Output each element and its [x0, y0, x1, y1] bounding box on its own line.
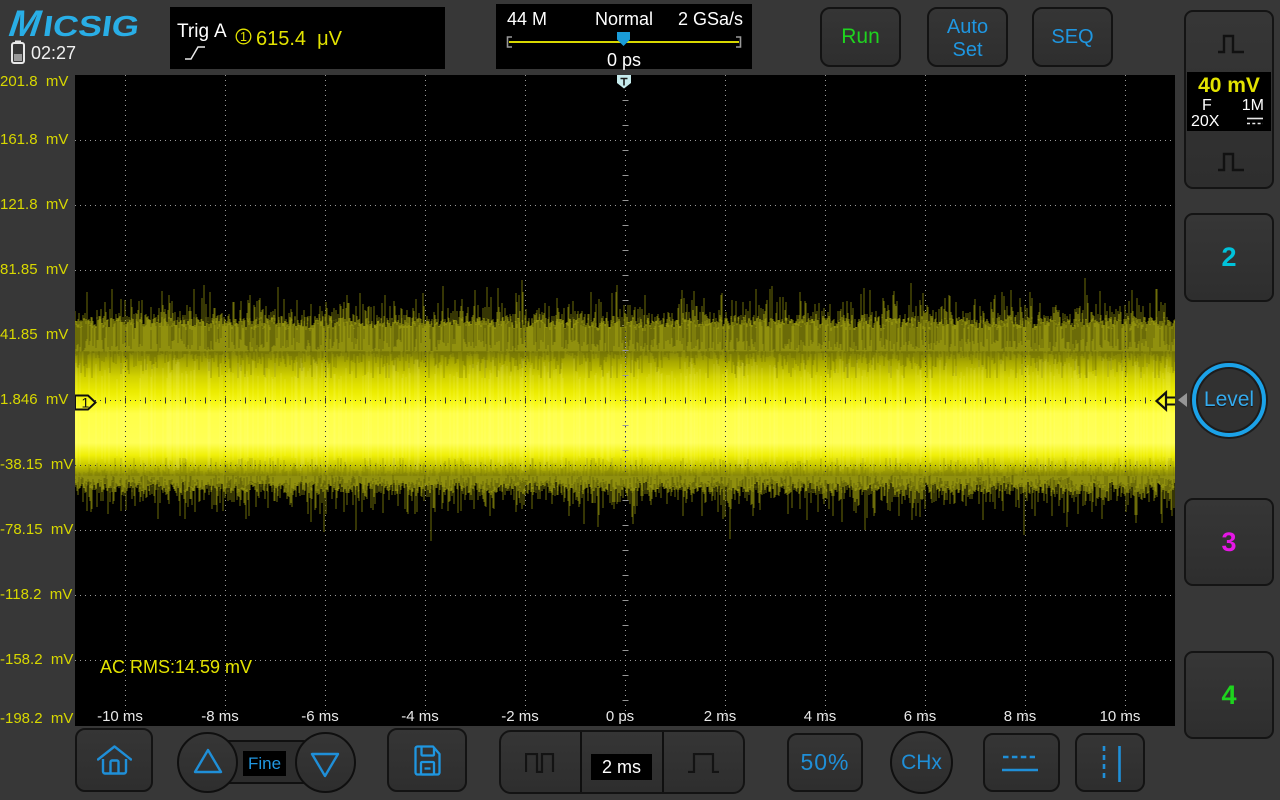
- svg-text:-8 ms: -8 ms: [201, 708, 239, 725]
- svg-text:-10 ms: -10 ms: [97, 708, 143, 725]
- svg-text:0 ps: 0 ps: [606, 708, 634, 725]
- svg-text:10 ms: 10 ms: [1100, 708, 1141, 725]
- svg-text:-6 ms: -6 ms: [301, 708, 339, 725]
- svg-text:1: 1: [82, 395, 90, 411]
- svg-text:M: M: [7, 7, 45, 38]
- svg-text:2 ms: 2 ms: [704, 708, 737, 725]
- svg-text:AC RMS:14.59 mV: AC RMS:14.59 mV: [100, 657, 252, 677]
- svg-text:-2 ms: -2 ms: [501, 708, 539, 725]
- svg-text:6 ms: 6 ms: [904, 708, 937, 725]
- svg-text:ICSIG: ICSIG: [41, 11, 141, 38]
- svg-text:1: 1: [240, 30, 247, 44]
- svg-text:4 ms: 4 ms: [804, 708, 837, 725]
- svg-text:8 ms: 8 ms: [1004, 708, 1037, 725]
- svg-text:-4 ms: -4 ms: [401, 708, 439, 725]
